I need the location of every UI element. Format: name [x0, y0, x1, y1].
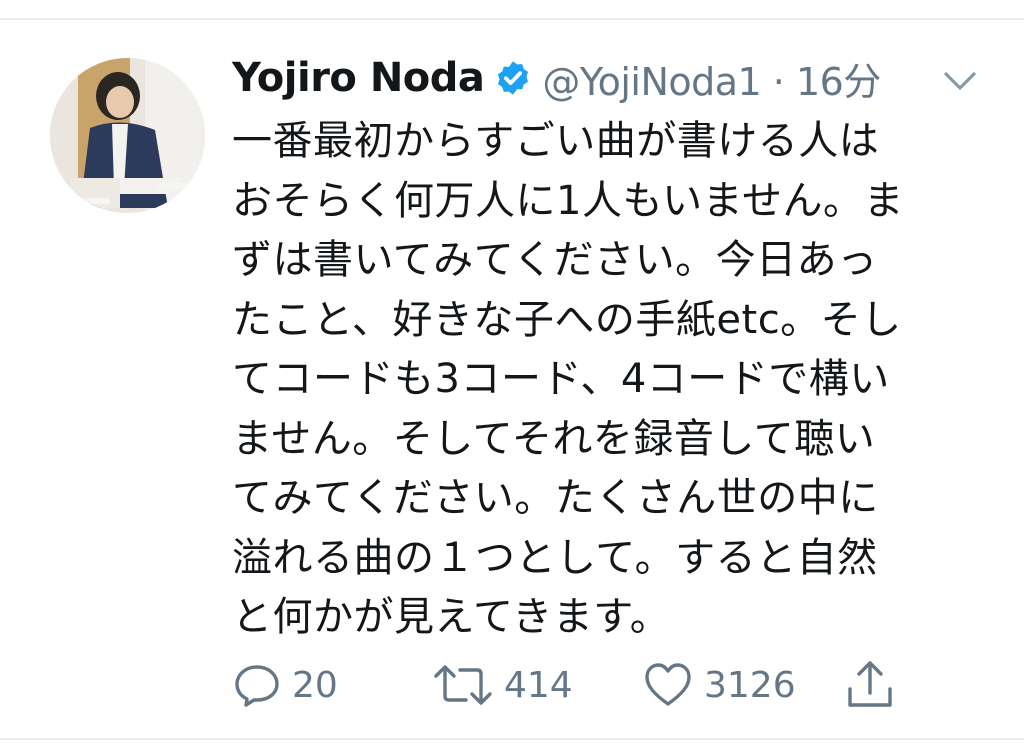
tweet-card[interactable]: Yojiro Noda @YojiNoda1 · 16分 一番最初からすごい曲が… — [0, 0, 1024, 746]
tweet-text: 一番最初からすごい曲が書ける人は おそらく何万人に1人もいません。ま ずは書いて… — [232, 118, 904, 640]
reply-icon — [235, 665, 279, 707]
tweet-header: Yojiro Noda @YojiNoda1 · 16分 — [232, 46, 881, 110]
handle-and-time[interactable]: @YojiNoda1 · 16分 — [542, 51, 881, 106]
retweet-count: 414 — [504, 664, 573, 706]
like-count: 3126 — [704, 664, 796, 706]
chevron-down-icon[interactable] — [940, 66, 980, 94]
verified-badge-icon — [498, 61, 529, 95]
reply-count: 20 — [292, 664, 338, 706]
avatar-photo — [50, 58, 205, 213]
display-name[interactable]: Yojiro Noda — [232, 55, 485, 101]
reply-button[interactable]: 20 — [232, 655, 338, 715]
share-icon — [848, 661, 892, 707]
heart-icon — [645, 663, 691, 706]
top-divider — [0, 18, 1024, 20]
bottom-divider — [0, 738, 1024, 740]
tweet-actions: 20 414 3126 — [232, 655, 972, 715]
like-button[interactable]: 3126 — [642, 655, 796, 715]
avatar[interactable] — [50, 58, 205, 213]
retweet-button[interactable]: 414 — [432, 655, 573, 715]
share-button[interactable] — [842, 655, 898, 715]
retweet-icon — [434, 665, 492, 705]
